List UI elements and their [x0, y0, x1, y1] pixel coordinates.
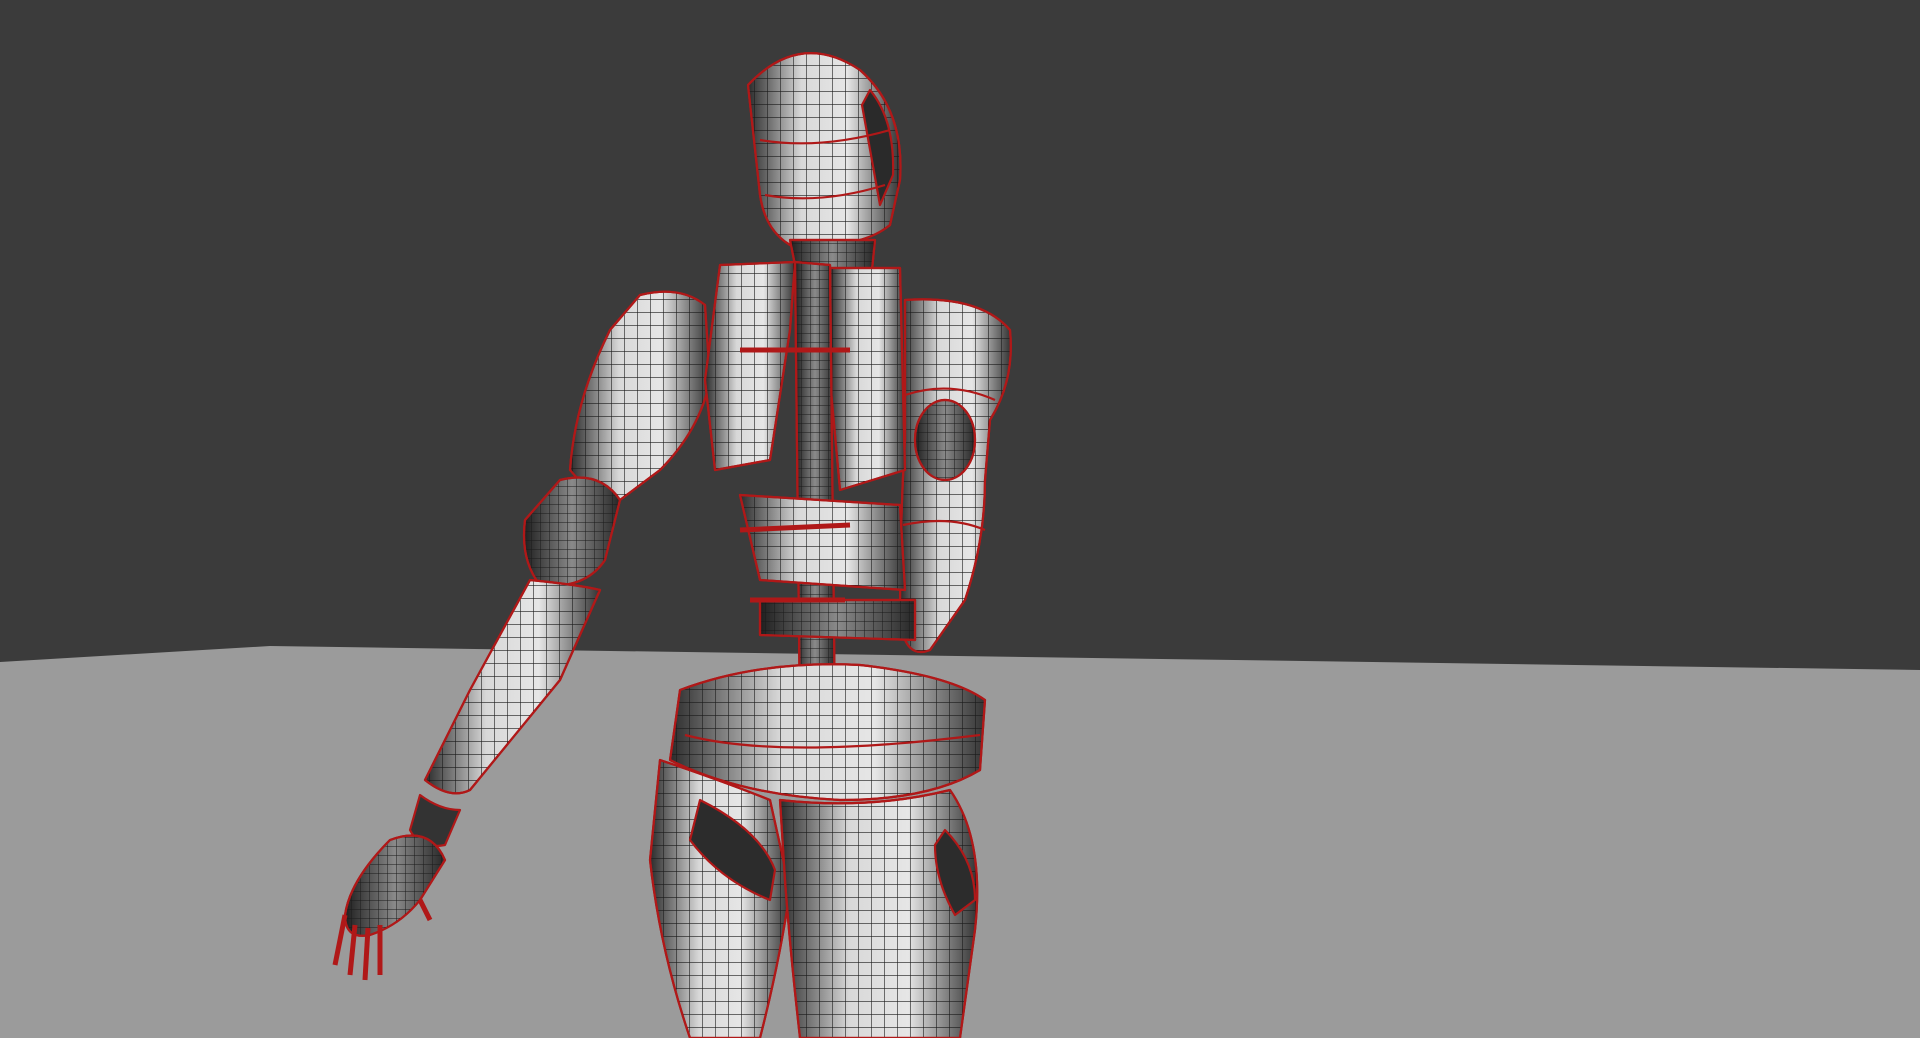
legs: [648, 758, 979, 1038]
viewport-render: [0, 0, 1920, 1038]
3d-viewport[interactable]: [0, 0, 1920, 1038]
